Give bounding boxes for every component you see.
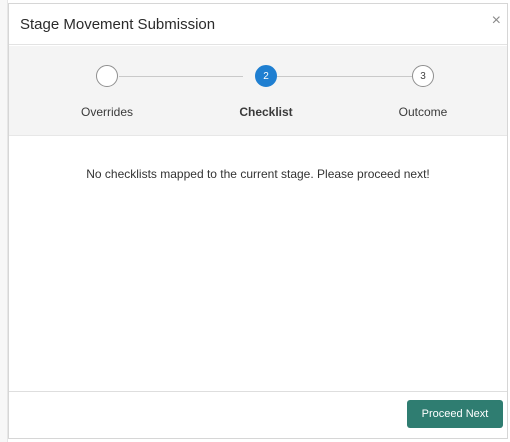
dialog-title: Stage Movement Submission bbox=[20, 16, 216, 33]
stage-movement-dialog: Stage Movement Submission × 2 3 Override… bbox=[8, 3, 508, 439]
step-overrides-circle[interactable] bbox=[96, 65, 118, 87]
step-checklist-circle[interactable]: 2 bbox=[255, 65, 277, 87]
stepper: 2 3 Overrides Checklist Outcome bbox=[9, 46, 507, 136]
dialog-footer: Proceed Next bbox=[9, 391, 507, 438]
close-icon[interactable]: × bbox=[492, 13, 501, 29]
dialog-header: Stage Movement Submission × bbox=[9, 4, 507, 45]
step-overrides-label: Overrides bbox=[80, 105, 134, 119]
background-edge bbox=[0, 0, 8, 442]
step-outcome-label: Outcome bbox=[398, 105, 448, 119]
step-connector bbox=[277, 76, 412, 77]
empty-checklist-message: No checklists mapped to the current stag… bbox=[86, 167, 430, 181]
proceed-next-button[interactable]: Proceed Next bbox=[407, 400, 503, 428]
step-connector bbox=[119, 76, 243, 77]
step-outcome-circle[interactable]: 3 bbox=[412, 65, 434, 87]
step-checklist-label: Checklist bbox=[239, 105, 293, 119]
